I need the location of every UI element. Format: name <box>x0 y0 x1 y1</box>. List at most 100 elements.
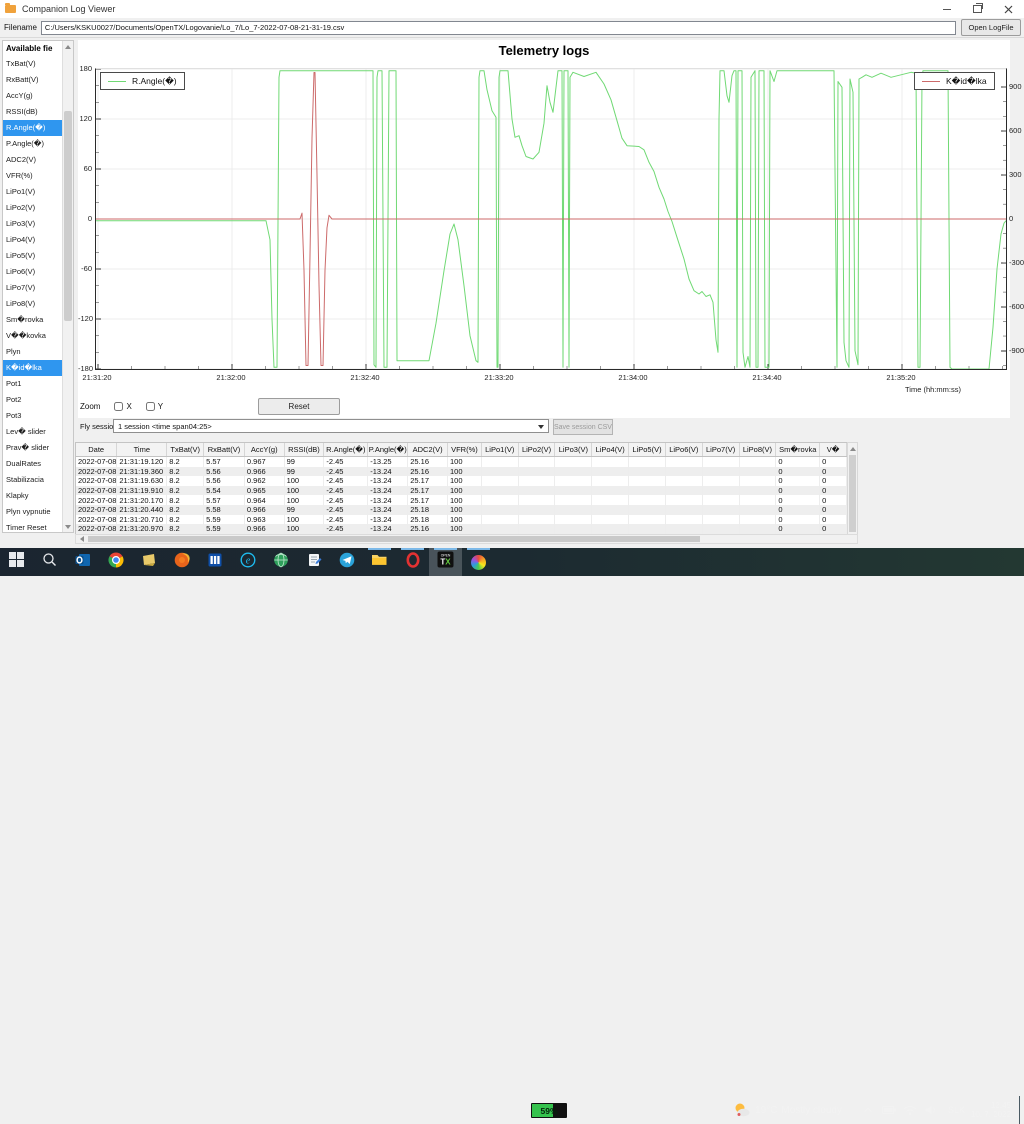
file-explorer-icon[interactable] <box>363 548 396 576</box>
drop-icon <box>471 555 486 570</box>
column-header[interactable]: Time <box>117 443 167 457</box>
table-row[interactable]: 2022-07-0821:31:19.9108.25.540.965100-2.… <box>76 486 847 496</box>
column-header[interactable]: TxBat(V) <box>167 443 204 457</box>
telemetry-chart-panel: Telemetry logs R.Angle(�) K�id�lka 18012… <box>78 40 1010 418</box>
table-hscroll-thumb[interactable] <box>88 536 700 542</box>
left-axis-tick: 60 <box>78 164 92 173</box>
opentx-companion-icon[interactable]: OPENTX <box>429 548 462 576</box>
column-header[interactable]: LiPo4(V) <box>592 443 629 457</box>
column-header[interactable]: LiPo6(V) <box>665 443 702 457</box>
column-header[interactable]: AccY(g) <box>244 443 284 457</box>
column-header[interactable]: Date <box>76 443 117 457</box>
tray-battery-icon[interactable] <box>882 1103 897 1118</box>
sidebar-scroll-thumb[interactable] <box>64 111 72 321</box>
table-vscroll-thumb[interactable] <box>849 455 856 532</box>
column-header[interactable]: LiPo3(V) <box>555 443 592 457</box>
column-header[interactable]: LiPo1(V) <box>481 443 518 457</box>
system-tray: 19°C Mostly cloudy SLK 12:45 10. 7. 2022 <box>733 1096 1024 1124</box>
scroll-down-icon[interactable] <box>63 521 73 532</box>
fly-sessions-select[interactable]: 1 session <time span04:25> <box>113 419 549 433</box>
clock[interactable]: 12:45 10. 7. 2022 <box>971 1101 1011 1119</box>
chevron-down-icon <box>538 425 544 429</box>
table-row[interactable]: 2022-07-0821:31:20.1708.25.570.964100-2.… <box>76 495 847 505</box>
sticky-notes-icon[interactable] <box>132 548 165 576</box>
column-header[interactable]: LiPo2(V) <box>518 443 555 457</box>
start-button[interactable] <box>0 548 33 576</box>
restore-button[interactable] <box>962 0 993 18</box>
minimize-button[interactable] <box>931 0 962 18</box>
opera-icon <box>405 552 421 573</box>
legend-line-green <box>108 81 126 82</box>
table-scroll-up-icon[interactable] <box>848 443 858 454</box>
save-session-csv-button[interactable]: Save session CSV <box>553 419 613 435</box>
zoom-x-checkbox[interactable] <box>114 402 123 411</box>
x-axis-tick: 21:32:40 <box>350 373 379 382</box>
firefox-icon <box>174 552 190 573</box>
columns-app-icon[interactable] <box>198 548 231 576</box>
column-header[interactable]: ADC2(V) <box>408 443 448 457</box>
weather-widget[interactable]: 19°C Mostly cloudy <box>733 1102 842 1118</box>
zoom-y-checkbox[interactable] <box>146 402 155 411</box>
column-header[interactable]: LiPo5(V) <box>629 443 666 457</box>
column-header[interactable]: LiPo7(V) <box>702 443 739 457</box>
notepad-app-icon[interactable] <box>297 548 330 576</box>
clock-date: 10. 7. 2022 <box>971 1110 1011 1119</box>
weather-temp: 19°C <box>755 1105 777 1116</box>
battery-nub <box>568 1107 570 1113</box>
table-scroll-left-icon[interactable] <box>77 536 86 542</box>
left-axis-tick: -180 <box>78 364 92 373</box>
reset-button[interactable]: Reset <box>258 398 340 415</box>
tray-chevron-icon[interactable] <box>861 1103 876 1118</box>
internet-explorer-icon[interactable]: e <box>231 548 264 576</box>
tray-wifi-icon[interactable] <box>903 1103 918 1118</box>
column-header[interactable]: RSSI(dB) <box>284 443 324 457</box>
outlook-icon[interactable] <box>66 548 99 576</box>
paint3d-icon[interactable] <box>462 548 495 576</box>
column-header[interactable]: P.Angle(�) <box>368 443 408 457</box>
column-header[interactable]: V� <box>820 443 847 457</box>
open-logfile-button[interactable]: Open LogFile <box>961 19 1021 36</box>
available-fields-panel: Available fie TxBat(V)RxBatt(V)AccY(g)RS… <box>2 40 74 533</box>
outlook-icon <box>75 552 91 573</box>
table-row[interactable]: 2022-07-0821:31:19.6308.25.560.962100-2.… <box>76 476 847 486</box>
table-row[interactable]: 2022-07-0821:31:19.3608.25.560.96699-2.4… <box>76 467 847 477</box>
firefox-icon[interactable] <box>165 548 198 576</box>
telegram-icon[interactable] <box>330 548 363 576</box>
close-button[interactable] <box>993 0 1024 18</box>
table-vertical-scrollbar[interactable] <box>847 442 858 535</box>
battery-percent-widget[interactable]: 59% <box>530 1102 568 1119</box>
telegram-icon <box>339 552 355 573</box>
left-axis-tick: -60 <box>78 264 92 273</box>
opera-icon[interactable] <box>396 548 429 576</box>
table-row[interactable]: 2022-07-0821:31:20.9708.25.590.966100-2.… <box>76 524 847 534</box>
notepad-icon <box>306 552 322 573</box>
zoom-controls: Zoom X Y <box>80 399 163 413</box>
sidebar-scrollbar[interactable] <box>62 41 73 532</box>
tray-volume-icon[interactable] <box>924 1103 939 1118</box>
globe-app-icon[interactable] <box>264 548 297 576</box>
x-axis-tick: 21:34:00 <box>618 373 647 382</box>
table-horizontal-scrollbar[interactable] <box>75 534 858 544</box>
globe-icon <box>273 552 289 573</box>
table-row[interactable]: 2022-07-0821:31:20.4408.25.580.96699-2.4… <box>76 505 847 515</box>
show-desktop-button[interactable] <box>1019 1096 1024 1124</box>
zoom-label: Zoom <box>80 402 100 411</box>
app-icon <box>5 5 16 13</box>
search-button[interactable] <box>33 548 66 576</box>
legend-kridelka-label: K�id�lka <box>946 76 987 87</box>
plot-area[interactable] <box>95 68 1007 370</box>
table-row[interactable]: 2022-07-0821:31:19.1208.25.570.96799-2.4… <box>76 457 847 467</box>
chrome-icon[interactable] <box>99 548 132 576</box>
column-header[interactable]: LiPo8(V) <box>739 443 776 457</box>
legend-line-red <box>922 81 940 82</box>
column-header[interactable]: VFR(%) <box>448 443 482 457</box>
scroll-up-icon[interactable] <box>63 41 73 52</box>
filename-input[interactable] <box>41 21 956 35</box>
column-header[interactable]: RxBatt(V) <box>204 443 245 457</box>
table-row[interactable]: 2022-07-0821:31:20.7108.25.590.963100-2.… <box>76 515 847 525</box>
column-header[interactable]: R.Angle(�) <box>324 443 368 457</box>
column-header[interactable]: Sm�rovka <box>776 443 820 457</box>
language-indicator[interactable]: SLK <box>948 1105 965 1115</box>
columns-icon <box>207 552 223 573</box>
log-table: DateTimeTxBat(V)RxBatt(V)AccY(g)RSSI(dB)… <box>75 442 848 535</box>
